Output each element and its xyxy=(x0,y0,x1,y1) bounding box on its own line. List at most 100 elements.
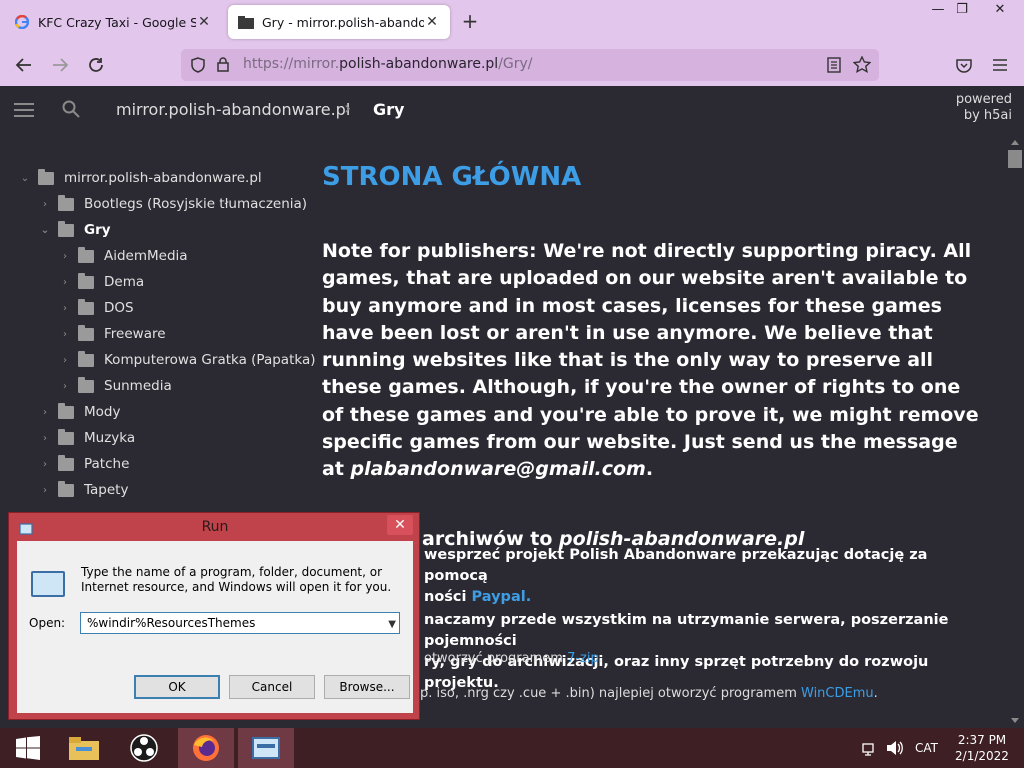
clock[interactable]: 2:37 PM 2/1/2022 xyxy=(952,732,1012,764)
window-close-button[interactable]: ✕ xyxy=(984,0,1016,20)
chevron-down-icon[interactable]: ▼ xyxy=(388,615,396,635)
folder-icon xyxy=(58,194,74,211)
tree-item-aidemmedia[interactable]: › AidemMedia xyxy=(18,243,316,269)
tree-item-root[interactable]: ⌄ mirror.polish-abandonware.pl xyxy=(18,165,316,191)
publishers-note: Note for publishers: We're not directly … xyxy=(322,240,979,481)
bookmark-star-icon[interactable] xyxy=(852,55,872,77)
url-bar[interactable]: https://mirror.polish-abandonware.pl/Gry… xyxy=(181,49,879,81)
language-indicator[interactable]: CAT xyxy=(915,741,938,755)
chevron-right-icon[interactable]: › xyxy=(38,433,52,444)
new-tab-button[interactable]: + xyxy=(458,10,482,34)
run-taskbar-icon[interactable] xyxy=(238,728,294,768)
close-icon[interactable]: ✕ xyxy=(424,14,440,30)
chevron-right-icon[interactable]: › xyxy=(58,277,72,288)
wincdemu-link[interactable]: WinCDEmu xyxy=(801,686,874,701)
chevron-right-icon[interactable]: › xyxy=(58,303,72,314)
breadcrumb-root[interactable]: mirror.polish-abandonware.pl xyxy=(116,100,350,119)
reload-icon[interactable] xyxy=(84,54,108,76)
folder-icon xyxy=(58,480,74,497)
taskbar: CAT 2:37 PM 2/1/2022 xyxy=(0,728,1024,768)
folder-icon xyxy=(78,298,94,315)
chevron-down-icon[interactable]: ⌄ xyxy=(18,173,32,184)
tree-item-komputerowa-gratka[interactable]: › Komputerowa Gratka (Papatka) xyxy=(18,347,316,373)
tab-strip: KFC Crazy Taxi - Google Search ✕ Gry - m… xyxy=(0,0,1024,44)
folder-icon xyxy=(78,272,94,289)
folder-icon xyxy=(58,428,74,445)
lock-icon[interactable] xyxy=(217,57,229,76)
run-command-input[interactable]: %windir%ResourcesThemes ▼ xyxy=(80,612,400,634)
tree-item-dos[interactable]: › DOS xyxy=(18,295,316,321)
chevron-right-icon[interactable]: › xyxy=(38,407,52,418)
tree-item-dema[interactable]: › Dema xyxy=(18,269,316,295)
zip-info-line: otworzyć programem 7-zip. xyxy=(424,651,603,666)
firefox-icon[interactable] xyxy=(178,728,234,768)
run-close-button[interactable]: ✕ xyxy=(387,515,413,535)
start-windows-icon[interactable] xyxy=(0,728,56,768)
menu-icon[interactable] xyxy=(988,54,1012,76)
folder-icon xyxy=(238,14,254,30)
forward-icon[interactable] xyxy=(48,54,72,76)
folder-icon xyxy=(78,350,94,367)
tree-item-tapety[interactable]: › Tapety xyxy=(18,477,316,503)
breadcrumb-current[interactable]: Gry xyxy=(373,100,404,119)
chevron-right-icon[interactable]: › xyxy=(58,355,72,366)
scroll-down-icon[interactable] xyxy=(1011,718,1019,723)
ok-button[interactable]: OK xyxy=(134,675,220,699)
tab-gry-active[interactable]: Gry - mirror.polish-abandonware.pl ✕ xyxy=(228,5,450,39)
scrollbar-thumb[interactable] xyxy=(1008,150,1022,168)
run-description: Type the name of a program, folder, docu… xyxy=(81,565,392,594)
file-explorer-icon[interactable] xyxy=(56,728,112,768)
tab-title: Gry - mirror.polish-abandonware.pl xyxy=(262,14,424,30)
obs-icon[interactable] xyxy=(116,728,172,768)
tree-item-gry[interactable]: ⌄ Gry xyxy=(18,217,316,243)
chevron-right-icon[interactable]: › xyxy=(38,199,52,210)
chevron-down-icon[interactable]: ⌄ xyxy=(38,225,52,236)
close-icon[interactable]: ✕ xyxy=(196,14,212,30)
nav-bar: https://mirror.polish-abandonware.pl/Gry… xyxy=(0,44,1024,86)
tree-item-muzyka[interactable]: › Muzyka xyxy=(18,425,316,451)
7zip-link[interactable]: 7-zip xyxy=(567,651,599,666)
tree-item-mody[interactable]: › Mody xyxy=(18,399,316,425)
sidebar-tree: ⌄ mirror.polish-abandonware.pl › Bootleg… xyxy=(18,165,316,503)
contact-email: plabandonware@gmail.com xyxy=(350,458,646,481)
network-icon[interactable] xyxy=(862,741,878,760)
folder-icon xyxy=(58,454,74,471)
chevron-right-icon[interactable]: › xyxy=(38,459,52,470)
chevron-right-icon[interactable]: › xyxy=(58,381,72,392)
pocket-icon[interactable] xyxy=(952,54,976,76)
tree-item-patche[interactable]: › Patche xyxy=(18,451,316,477)
run-program-icon xyxy=(31,571,65,597)
folder-icon xyxy=(38,168,54,185)
scroll-up-icon[interactable] xyxy=(1011,140,1019,145)
run-dialog: Run ✕ Type the name of a program, folder… xyxy=(8,512,420,720)
maximize-button[interactable]: ❐ xyxy=(946,0,978,20)
donation-paragraph: wesprzeć projekt Polish Abandonware prze… xyxy=(424,547,949,691)
folder-icon xyxy=(78,324,94,341)
folder-icon xyxy=(78,376,94,393)
reader-view-icon[interactable] xyxy=(827,57,841,77)
tree-item-sunmedia[interactable]: › Sunmedia xyxy=(18,373,316,399)
chevron-right-icon[interactable]: › xyxy=(58,251,72,262)
cancel-button[interactable]: Cancel xyxy=(229,675,315,699)
page-heading: STRONA GŁÓWNA xyxy=(322,162,582,192)
paypal-link[interactable]: Paypal. xyxy=(472,589,532,605)
chevron-right-icon[interactable]: › xyxy=(38,485,52,496)
tree-item-freeware[interactable]: › Freeware xyxy=(18,321,316,347)
run-dialog-title: Run xyxy=(201,519,229,535)
powered-by-label[interactable]: powered by h5ai xyxy=(944,92,1012,124)
scrollbar[interactable] xyxy=(1006,134,1024,734)
search-icon[interactable] xyxy=(62,100,80,122)
tree-item-bootlegs[interactable]: › Bootlegs (Rosyjskie tłumaczenia) xyxy=(18,191,316,217)
open-label: Open: xyxy=(29,616,66,630)
chevron-right-icon[interactable]: › xyxy=(58,329,72,340)
breadcrumb-separator-icon: › xyxy=(344,98,352,119)
sidebar-toggle-icon[interactable] xyxy=(14,102,34,121)
tab-google-search[interactable]: KFC Crazy Taxi - Google Search ✕ xyxy=(4,5,222,39)
url-text: https://mirror.polish-abandonware.pl/Gry… xyxy=(243,56,533,72)
tracking-shield-icon[interactable] xyxy=(191,57,205,77)
folder-icon xyxy=(58,402,74,419)
browse-button[interactable]: Browse... xyxy=(324,675,410,699)
back-icon[interactable] xyxy=(12,54,36,76)
h5ai-header: mirror.polish-abandonware.pl › Gry power… xyxy=(0,86,1024,134)
volume-icon[interactable] xyxy=(886,740,904,760)
